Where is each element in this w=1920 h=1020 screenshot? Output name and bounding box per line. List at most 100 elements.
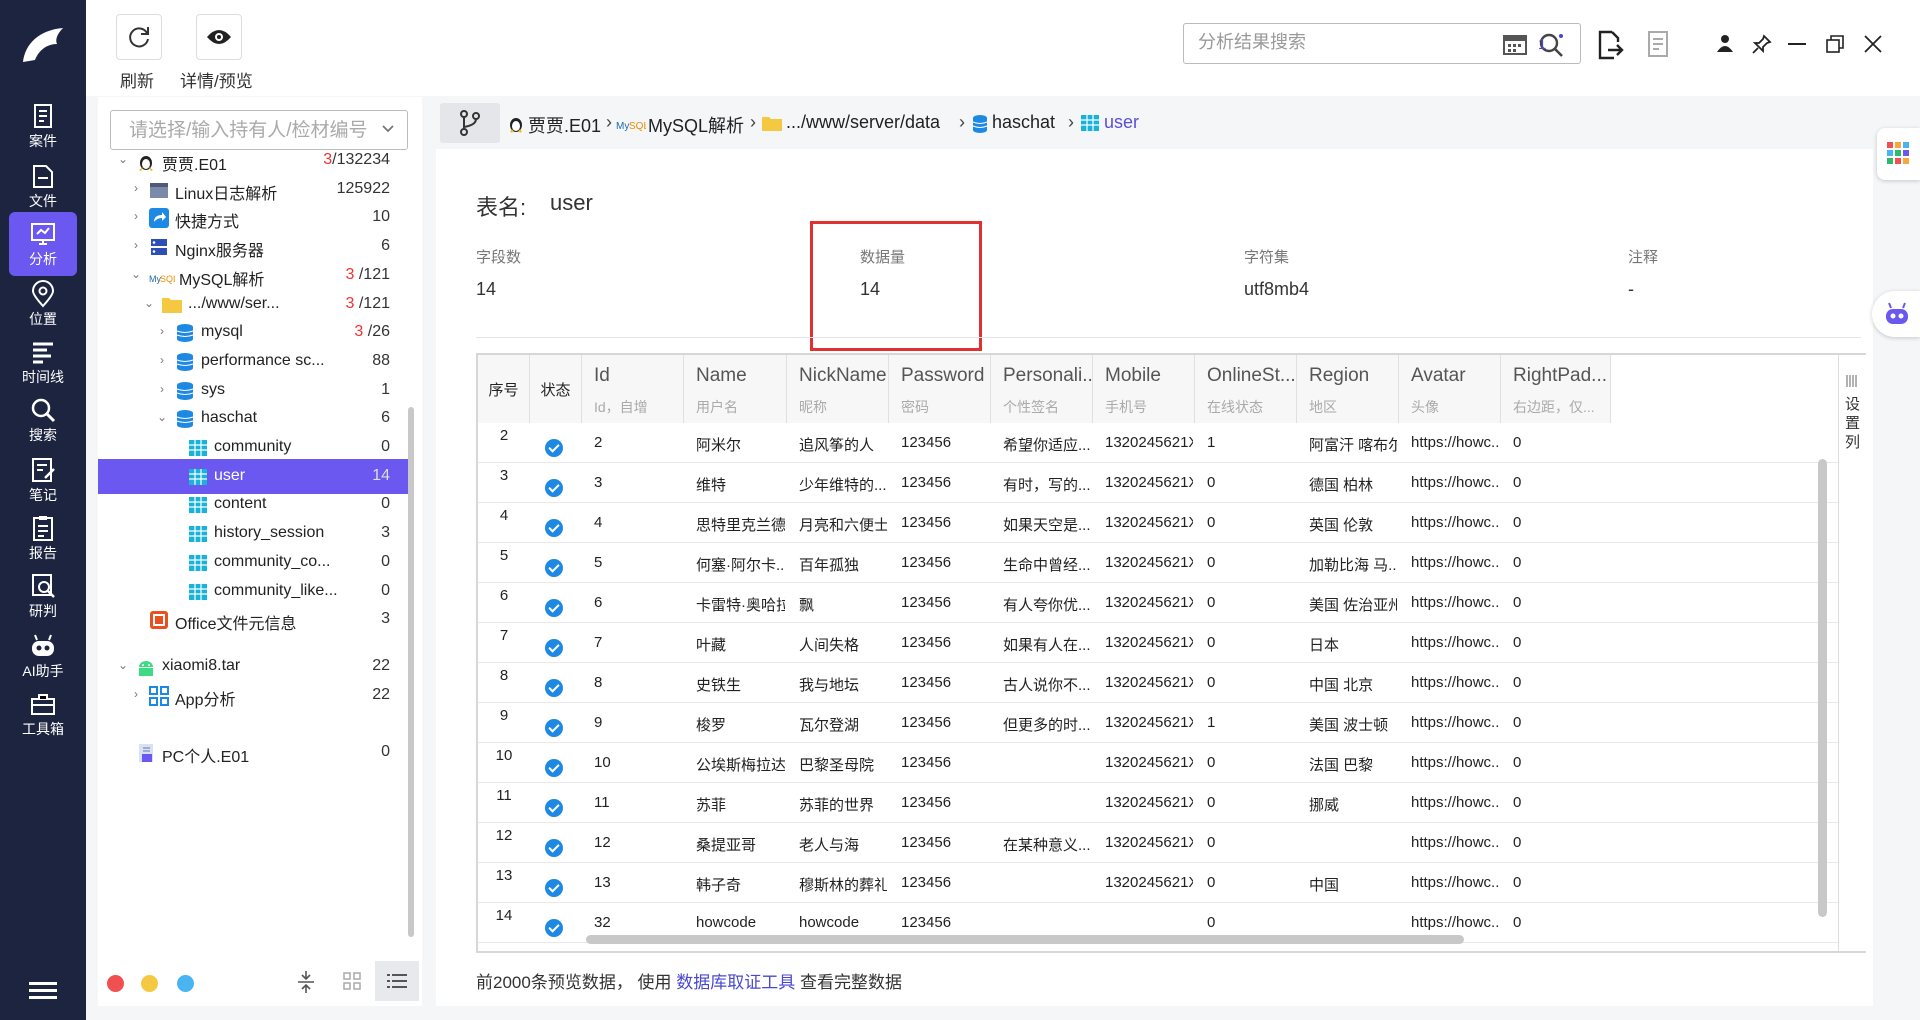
- tree-node-label: mysql: [201, 323, 243, 340]
- close-icon[interactable]: [1864, 35, 1882, 53]
- column-header-seq[interactable]: 序号: [478, 355, 530, 423]
- status-check-icon[interactable]: [545, 799, 563, 817]
- column-header[interactable]: Personali... 个性签名: [991, 355, 1098, 423]
- nav-item-toolbox[interactable]: 工具箱: [9, 682, 77, 746]
- nav-item-timeline[interactable]: 时间线: [9, 330, 77, 394]
- apps-panel-button[interactable]: [1877, 128, 1920, 180]
- nav-item-analysis[interactable]: 分析: [9, 212, 77, 276]
- column-header[interactable]: OnlineSt... 在线状态: [1195, 355, 1297, 423]
- chevron-down-icon[interactable]: ⌄: [116, 658, 130, 672]
- yellow-dot[interactable]: [141, 975, 158, 992]
- result-search-input[interactable]: [1198, 32, 1488, 53]
- nav-item-note[interactable]: 笔记: [9, 448, 77, 512]
- red-dot[interactable]: [107, 975, 124, 992]
- nav-item-search[interactable]: 搜索: [9, 388, 77, 452]
- chevron-down-icon[interactable]: ⌄: [116, 152, 130, 166]
- tree-node[interactable]: Office文件元信息 3: [98, 602, 408, 637]
- nav-item-judge[interactable]: 研判: [9, 564, 77, 628]
- nav-item-ai-assistant[interactable]: AI助手: [9, 624, 77, 688]
- db-forensics-tool-link[interactable]: 数据库取证工具: [676, 973, 795, 992]
- tree-node[interactable]: PC个人.E01 0: [98, 735, 408, 770]
- status-check-icon[interactable]: [545, 919, 563, 937]
- ai-robot-button[interactable]: [1872, 291, 1920, 337]
- restore-icon[interactable]: [1826, 35, 1844, 53]
- crumb-table[interactable]: user: [1104, 112, 1139, 133]
- chevron-right-icon[interactable]: ›: [155, 324, 169, 338]
- chevron-down-icon[interactable]: ⌄: [155, 410, 169, 424]
- column-header[interactable]: Mobile 手机号: [1093, 355, 1195, 423]
- nav-item-report[interactable]: 报告: [9, 506, 77, 570]
- pin-icon[interactable]: [1752, 34, 1772, 54]
- list-view-icon[interactable]: [375, 961, 419, 1001]
- table-row[interactable]: 11 11 苏菲 苏菲的世界 123456 1320245621X 0 挪威 https://h…: [478, 783, 1838, 823]
- table-row[interactable]: 13 13 韩子奇 穆斯林的葬礼 123456 1320245621X 0 中国 https:/…: [478, 863, 1838, 903]
- result-search-box[interactable]: [1183, 23, 1581, 64]
- nav-item-folder[interactable]: 文件: [9, 154, 77, 218]
- tree-node[interactable]: › App分析 22: [98, 678, 408, 713]
- chevron-right-icon[interactable]: ›: [155, 382, 169, 396]
- status-check-icon[interactable]: [545, 559, 563, 577]
- chevron-right-icon[interactable]: ›: [129, 181, 143, 195]
- grid-vertical-scrollbar[interactable]: [1818, 459, 1827, 917]
- status-check-icon[interactable]: [545, 599, 563, 617]
- nav-item-case[interactable]: 案件: [9, 94, 77, 158]
- export-icon[interactable]: [1596, 30, 1624, 60]
- status-check-icon[interactable]: [545, 839, 563, 857]
- chevron-down-icon[interactable]: ⌄: [129, 267, 143, 281]
- column-header[interactable]: RightPad... 右边距，仅...: [1501, 355, 1611, 423]
- status-check-icon[interactable]: [545, 719, 563, 737]
- status-check-icon[interactable]: [545, 439, 563, 457]
- cell-region: 美国 佐治亚州: [1309, 597, 1397, 614]
- column-header[interactable]: Id Id，自增: [582, 355, 684, 423]
- nav-item-location[interactable]: 位置: [9, 272, 77, 336]
- table-row[interactable]: 10 10 公埃斯梅拉达 巴黎圣母院 123456 1320245621X 0 法国 巴黎 ht…: [478, 743, 1838, 783]
- branch-button[interactable]: [440, 103, 500, 143]
- table-row[interactable]: 2 2 阿米尔 追风筝的人 123456 希望你适应... 1320245621X 1 阿富汗 …: [478, 423, 1838, 463]
- grid-horizontal-scrollbar[interactable]: [586, 935, 1464, 944]
- collapse-all-icon[interactable]: [296, 970, 316, 994]
- column-header[interactable]: Avatar 头像: [1399, 355, 1501, 423]
- table-row[interactable]: 3 3 维特 少年维特的... 123456 有时，写的... 1320245621X 0 德国…: [478, 463, 1838, 503]
- column-header-state[interactable]: 状态: [530, 355, 582, 423]
- status-check-icon[interactable]: [545, 519, 563, 537]
- calendar-icon[interactable]: [1502, 32, 1528, 56]
- table-row[interactable]: 8 8 史铁生 我与地坛 123456 古人说你不... 1320245621X 0 中国 北京…: [478, 663, 1838, 703]
- column-header[interactable]: Region 地区: [1297, 355, 1399, 423]
- blue-dot[interactable]: [177, 975, 194, 992]
- table-row[interactable]: 4 4 思特里克兰德 月亮和六便士 123456 如果天空是... 1320245621X 0…: [478, 503, 1838, 543]
- table-row[interactable]: 7 7 叶藏 人间失格 123456 如果有人在... 1320245621X 0 日本 http…: [478, 623, 1838, 663]
- notification-count[interactable]: 1: [1538, 36, 1546, 53]
- status-check-icon[interactable]: [545, 479, 563, 497]
- chevron-right-icon[interactable]: ›: [129, 687, 143, 701]
- crumb-database[interactable]: haschat: [992, 112, 1055, 133]
- column-header[interactable]: Password 密码: [889, 355, 991, 423]
- column-header[interactable]: Name 用户名: [684, 355, 787, 423]
- chevron-right-icon[interactable]: ›: [129, 238, 143, 252]
- status-check-icon[interactable]: [545, 879, 563, 897]
- tree-scrollbar[interactable]: [408, 407, 414, 937]
- database-icon: [972, 114, 988, 134]
- table-row[interactable]: 6 6 卡雷特·奥哈拉飘 123456 有人夸你优... 1320245621X 0 美国 佐…: [478, 583, 1838, 623]
- status-check-icon[interactable]: [545, 679, 563, 697]
- preview-button[interactable]: [196, 14, 242, 60]
- status-check-icon[interactable]: [545, 759, 563, 777]
- menu-icon[interactable]: [29, 980, 57, 1006]
- table-row[interactable]: 5 5 何塞·阿尔卡... 百年孤独 123456 生命中曾经... 1320245621X…: [478, 543, 1838, 583]
- column-settings-button[interactable]: 设置列: [1838, 355, 1866, 951]
- user-icon[interactable]: [1716, 34, 1734, 52]
- holder-select-input[interactable]: [129, 120, 369, 142]
- crumb-evidence[interactable]: 贾贾.E01: [528, 112, 601, 138]
- report-doc-icon[interactable]: [1646, 30, 1670, 58]
- chevron-right-icon[interactable]: ›: [129, 209, 143, 223]
- table-row[interactable]: 9 9 梭罗 瓦尔登湖 123456 但更多的时... 1320245621X 1 美国 波士顿…: [478, 703, 1838, 743]
- table-row[interactable]: 12 12 桑提亚哥 老人与海 123456 在某种意义... 1320245621X 0 ht…: [478, 823, 1838, 863]
- minimize-icon[interactable]: [1788, 43, 1806, 45]
- status-check-icon[interactable]: [545, 639, 563, 657]
- refresh-button[interactable]: [116, 14, 162, 60]
- chevron-down-icon[interactable]: ⌄: [142, 296, 156, 310]
- column-header[interactable]: NickName 昵称: [787, 355, 889, 423]
- chevron-right-icon[interactable]: ›: [155, 353, 169, 367]
- crumb-mysql[interactable]: MySQL解析: [648, 112, 744, 138]
- crumb-folder[interactable]: .../www/server/data: [786, 112, 940, 133]
- grid-view-icon[interactable]: [343, 972, 361, 990]
